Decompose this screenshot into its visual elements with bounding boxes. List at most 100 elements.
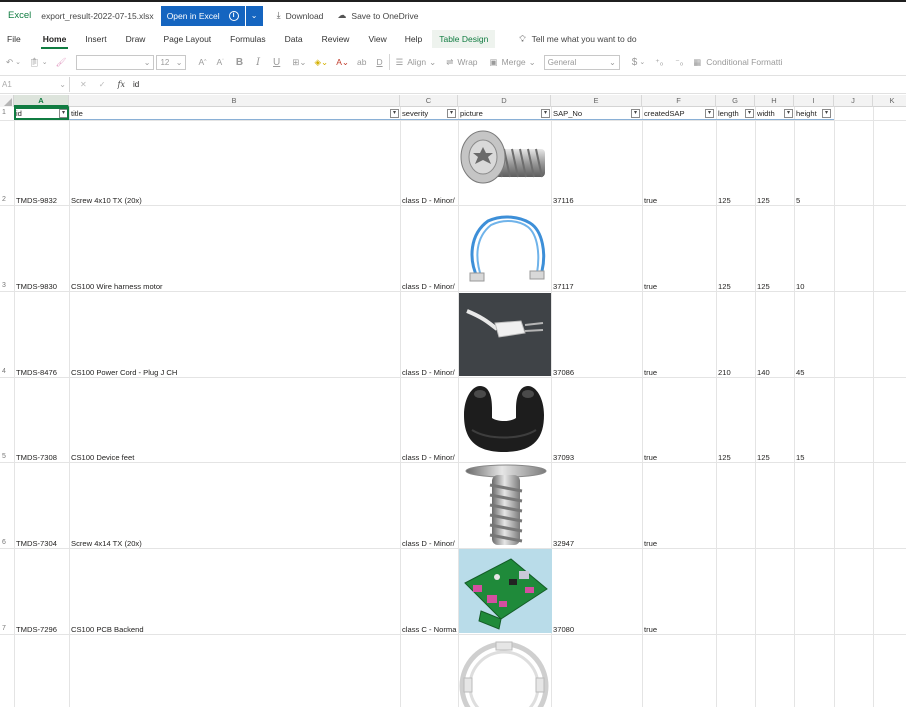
filter-dropdown-icon[interactable]: ▾ [390,109,399,118]
column-header-a[interactable]: A [14,95,69,107]
number-format-dropdown[interactable]: General ⌄ [543,54,620,70]
decrease-font-icon[interactable]: Aˇ [217,57,224,67]
cell-sap-no[interactable]: 37116 [553,196,641,205]
cell-length[interactable]: 125 [718,282,754,291]
tab-insert[interactable]: Insert [85,34,106,44]
cell-id[interactable]: TMDS-7296 [16,625,68,634]
row-header-4[interactable]: 4 [0,368,14,375]
cell-width[interactable]: 125 [757,196,793,205]
cell-title[interactable]: CS100 PCB Backend [71,625,399,634]
open-options-dropdown[interactable]: ⌄ [245,5,263,26]
tab-view[interactable]: View [368,34,386,44]
filter-dropdown-icon[interactable]: ▾ [784,109,793,118]
spreadsheet-grid[interactable]: A B C D E F G H I J K 1 id ▾ title ▾ sev… [0,95,906,707]
cell-title[interactable]: Screw 4x14 TX (20x) [71,539,399,548]
select-all-corner[interactable] [0,95,14,107]
cell-id[interactable]: TMDS-9832 [16,196,68,205]
column-header-d[interactable]: D [458,95,551,107]
cell-id[interactable]: TMDS-9830 [16,282,68,291]
currency-button[interactable]: $ ⌄ [632,57,645,68]
cell-id[interactable]: TMDS-7304 [16,539,68,548]
cell-height[interactable]: 15 [796,453,833,462]
increase-font-icon[interactable]: A ^ [198,57,206,67]
column-header-f[interactable]: F [642,95,716,107]
tab-formulas[interactable]: Formulas [230,34,265,44]
increase-decimal-icon[interactable]: ⁺₀ [655,57,663,68]
open-in-excel-button[interactable]: Open in Excel i [160,5,245,26]
font-size-dropdown[interactable]: 12 ⌄ [156,54,187,70]
cell-severity[interactable]: class D - Minor/ [402,539,457,548]
app-name[interactable]: Excel [8,10,31,21]
bold-icon[interactable]: B [236,57,243,68]
column-header-b[interactable]: B [69,95,400,107]
cell-severity[interactable]: class C - Norma [402,625,457,634]
column-header-j[interactable]: J [834,95,873,107]
cell-created-sap[interactable]: true [644,282,715,291]
wire-harness-image[interactable] [458,209,551,291]
formula-input[interactable]: id [133,80,139,89]
filter-dropdown-icon[interactable]: ▾ [631,109,640,118]
device-feet-image[interactable] [458,380,551,462]
tab-review[interactable]: Review [322,34,350,44]
filter-dropdown-icon[interactable]: ▾ [447,109,456,118]
format-painter-icon[interactable]: 🖌︎ [56,57,67,68]
cell-created-sap[interactable]: true [644,539,715,548]
tab-page-layout[interactable]: Page Layout [163,34,211,44]
column-header-i[interactable]: I [794,95,834,107]
cell-sap-no[interactable]: 37080 [553,625,641,634]
clear-format-icon[interactable]: ab [357,57,366,67]
text-direction-icon[interactable]: D [376,57,382,67]
cell-sap-no[interactable]: 37117 [553,282,641,291]
cell-severity[interactable]: class D - Minor/ [402,196,457,205]
cell-sap-no[interactable]: 37093 [553,453,641,462]
column-header-g[interactable]: G [716,95,755,107]
tab-table-design[interactable]: Table Design [432,30,496,48]
wrap-button[interactable]: ⇌ Wrap [446,57,477,68]
borders-icon[interactable]: ⊞⌄ [292,57,306,68]
row-header-1[interactable]: 1 [0,109,14,116]
cell-width[interactable]: 125 [757,453,793,462]
cell-sap-no[interactable]: 32947 [553,539,641,548]
cell-created-sap[interactable]: true [644,368,715,377]
save-to-onedrive-button[interactable]: ☁ Save to OneDrive [337,10,418,21]
cell-title[interactable]: Screw 4x10 TX (20x) [71,196,399,205]
row-header-2[interactable]: 2 [0,196,14,203]
tab-help[interactable]: Help [405,34,422,44]
cancel-icon[interactable]: ✕ [80,80,87,89]
confirm-icon[interactable]: ✓ [99,80,106,89]
undo-icon[interactable]: ↶ [6,57,13,68]
filter-dropdown-icon[interactable]: ▾ [541,109,550,118]
cell-length[interactable]: 125 [718,196,754,205]
info-icon[interactable]: i [228,10,239,21]
cell-created-sap[interactable]: true [644,453,715,462]
merge-button[interactable]: ▣ Merge ⌄ [490,57,536,68]
undo-dropdown-chevron-icon[interactable]: ⌄ [15,58,21,66]
screw-image[interactable] [458,125,551,207]
filter-dropdown-icon[interactable]: ▾ [745,109,754,118]
cell-severity[interactable]: class D - Minor/ [402,368,457,377]
cell-severity[interactable]: class D - Minor/ [402,453,457,462]
paste-icon[interactable]: 📋︎ [29,57,40,68]
cell-height[interactable]: 45 [796,368,833,377]
download-button[interactable]: ⤓ Download [277,10,324,21]
font-color-icon[interactable]: A⌄ [336,57,349,68]
cell-severity[interactable]: class D - Minor/ [402,282,457,291]
file-name[interactable]: export_result-2022-07-15.xlsx [41,11,153,21]
cell-height[interactable]: 5 [796,196,833,205]
tell-me-search[interactable]: 💡︎ Tell me what you want to do [519,34,636,45]
column-header-h[interactable]: H [755,95,794,107]
function-icon[interactable]: fx [118,80,125,89]
align-button[interactable]: ☰ Align ⌄ [396,57,437,68]
row-header-6[interactable]: 6 [0,539,14,546]
cell-id[interactable]: TMDS-8476 [16,368,68,377]
cell-height[interactable]: 10 [796,282,833,291]
name-box[interactable]: A1 ⌄ [0,77,70,92]
row-header-3[interactable]: 3 [0,282,14,289]
tab-data[interactable]: Data [285,34,303,44]
cell-sap-no[interactable]: 37086 [553,368,641,377]
pcb-image[interactable] [459,549,552,633]
cell-created-sap[interactable]: true [644,625,715,634]
tab-file[interactable]: File [7,34,21,44]
row-header-7[interactable]: 7 [0,625,14,632]
cell-length[interactable]: 210 [718,368,754,377]
